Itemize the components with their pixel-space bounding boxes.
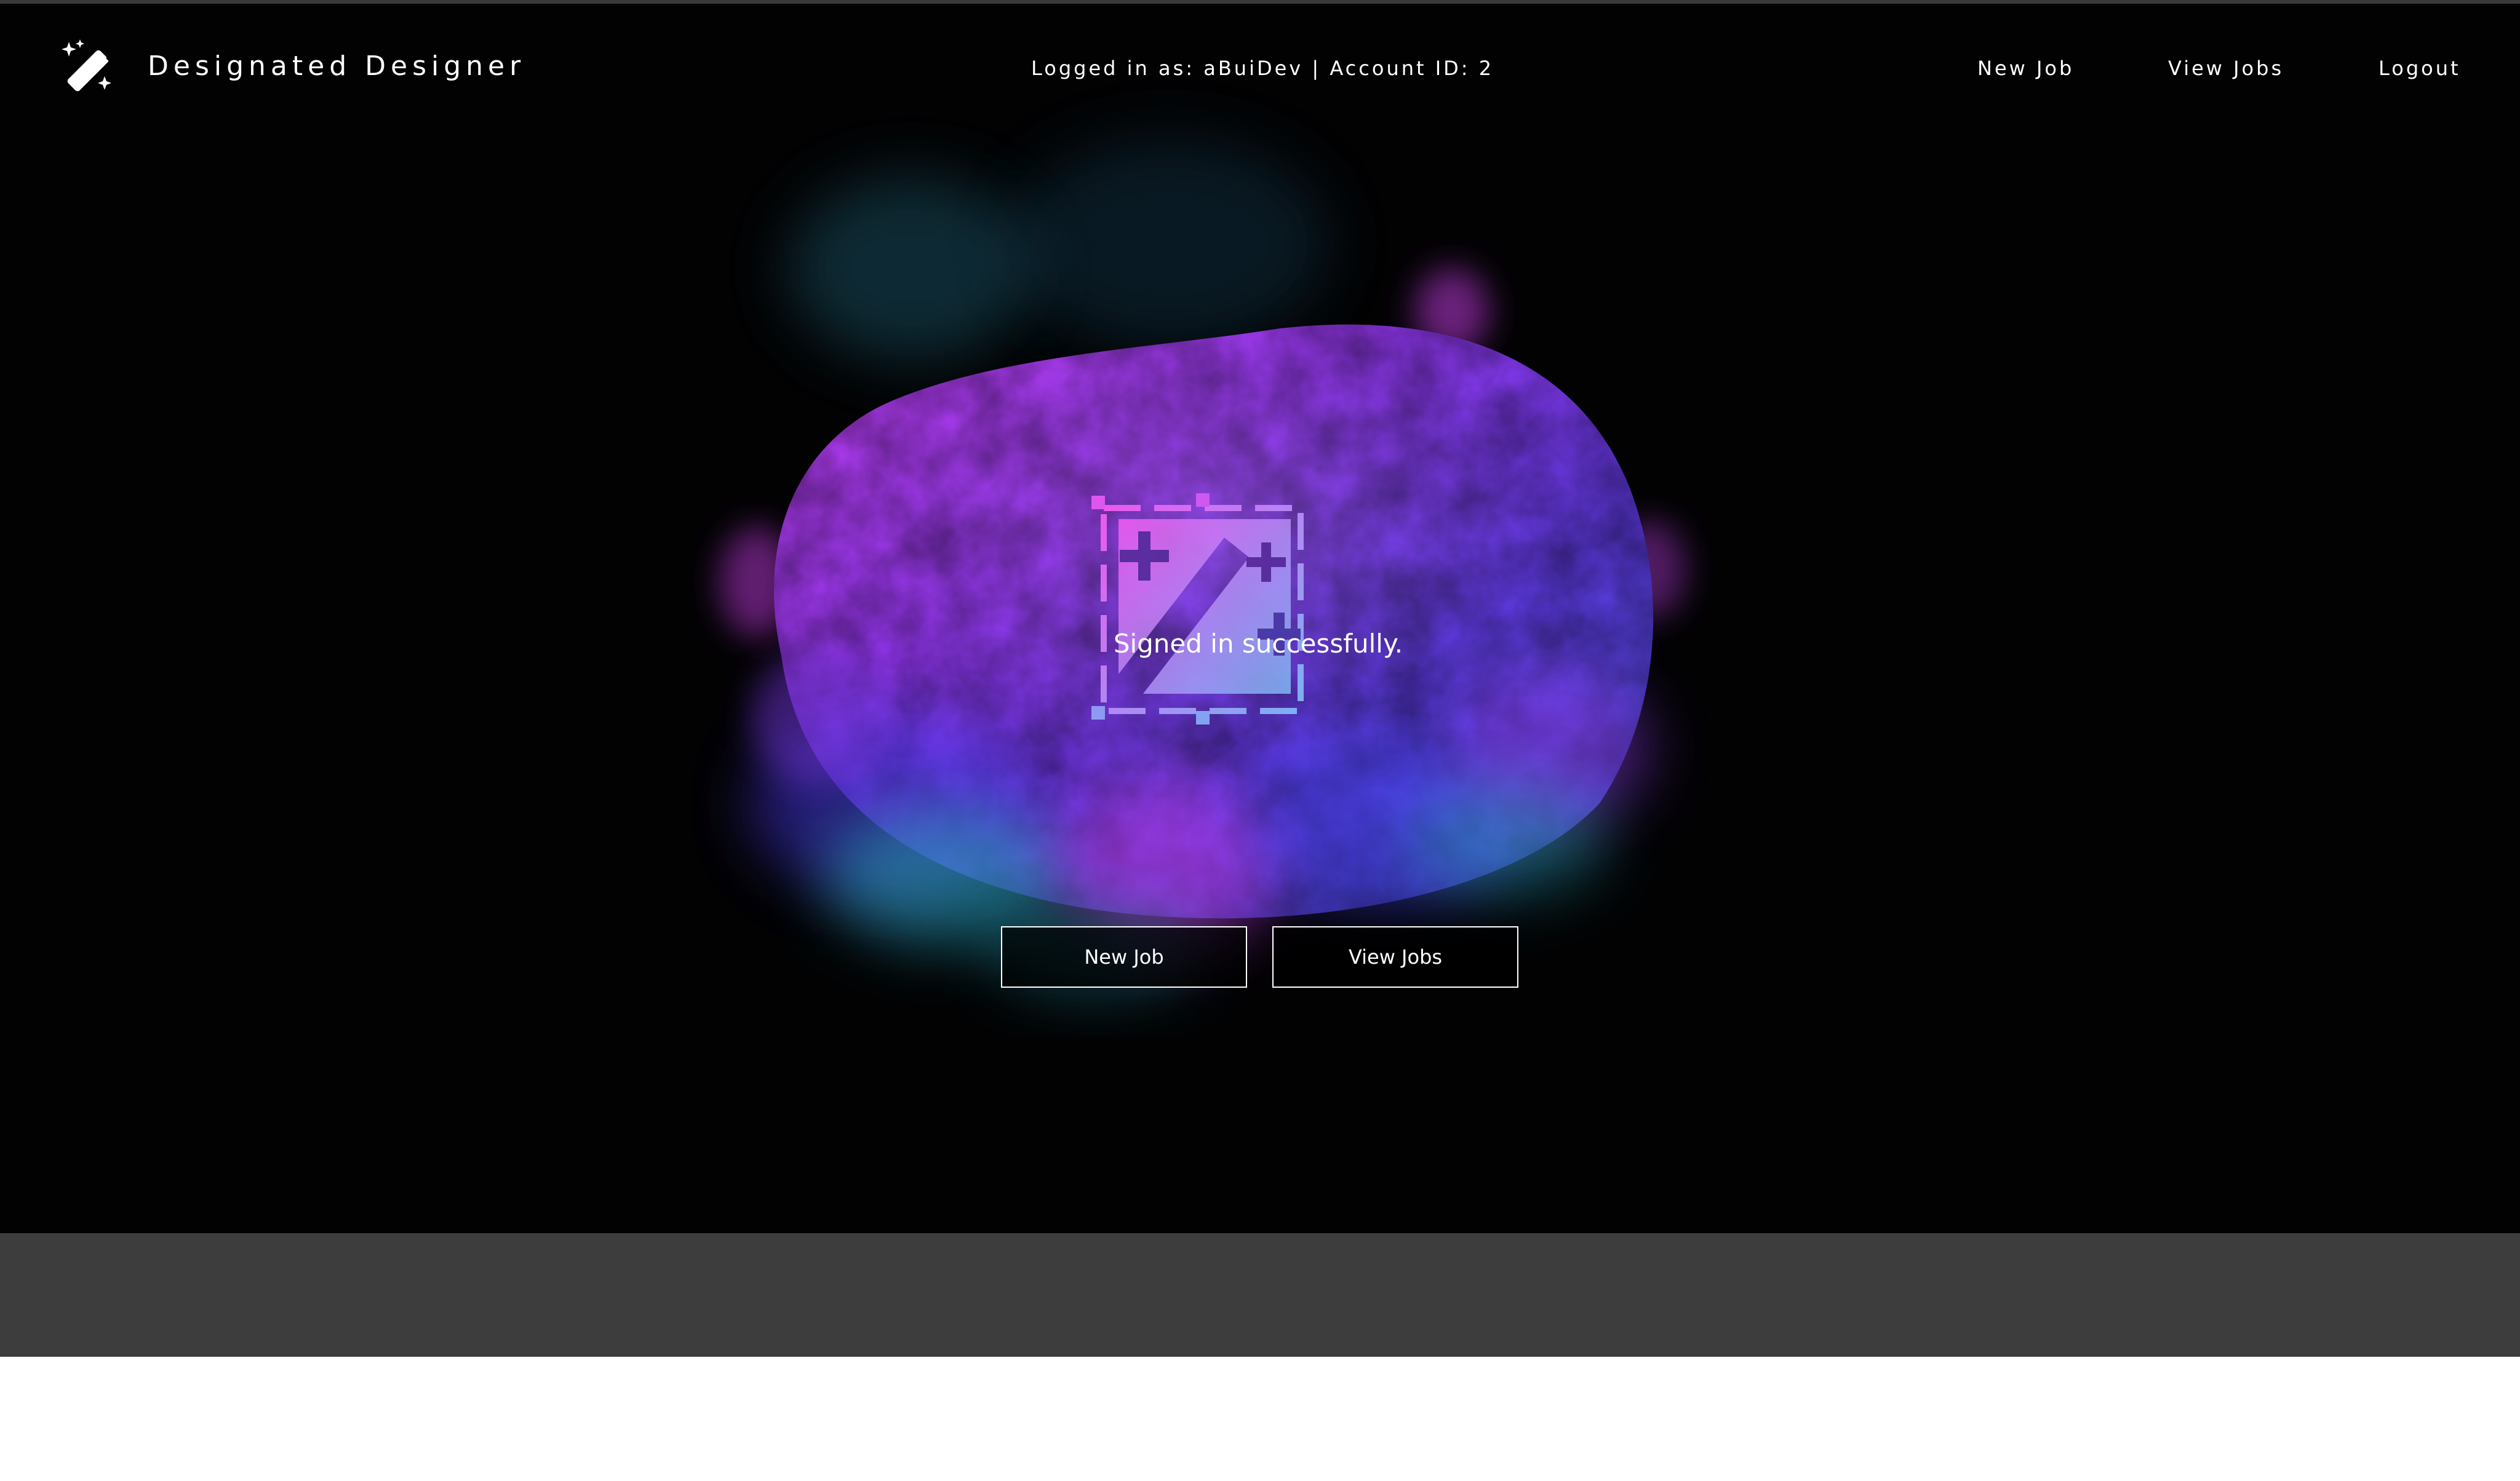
- flash-message: Signed in successfully.: [1113, 629, 1403, 659]
- nav-logout-link[interactable]: Logout: [2378, 57, 2461, 80]
- nav-view-jobs-link[interactable]: View Jobs: [2168, 57, 2284, 80]
- account-info: Logged in as: aBuiDev | Account ID: 2: [1031, 57, 1494, 80]
- hero-section: Designated Designer Logged in as: aBuiDe…: [0, 4, 2520, 1233]
- view-jobs-button[interactable]: View Jobs: [1272, 926, 1518, 988]
- magic-wand-icon[interactable]: [59, 39, 122, 95]
- new-job-button[interactable]: New Job: [1001, 926, 1247, 988]
- brand-name[interactable]: Designated Designer: [148, 50, 525, 82]
- app-root: Designated Designer Logged in as: aBuiDe…: [0, 0, 2520, 1481]
- potato-smoke-illustration: [720, 139, 1686, 994]
- footer-band: [0, 1233, 2520, 1357]
- nav-new-job-link[interactable]: New Job: [1977, 57, 2074, 80]
